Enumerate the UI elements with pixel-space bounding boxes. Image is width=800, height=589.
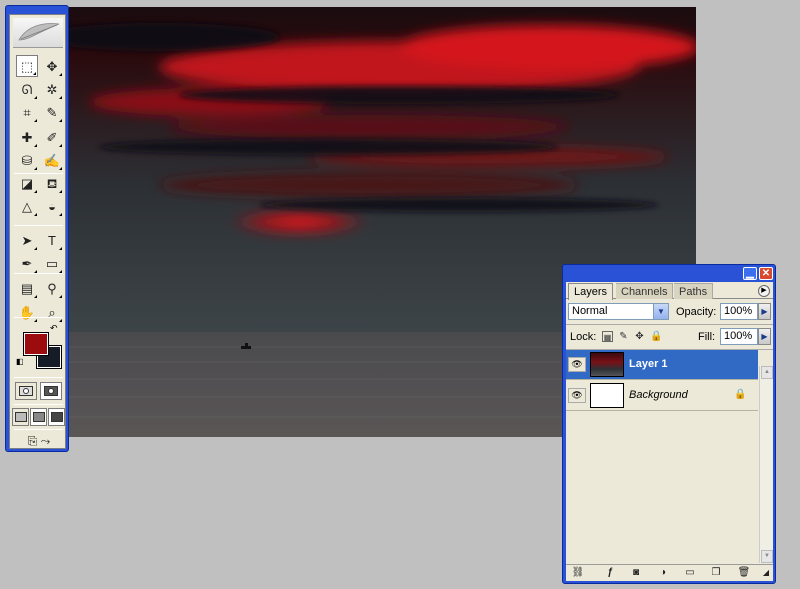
tab-layers[interactable]: Layers — [568, 283, 614, 300]
brush-icon[interactable]: ✐ — [41, 126, 63, 148]
type-icon[interactable]: T — [41, 229, 63, 251]
adjustment-layer-icon[interactable]: ◑ — [656, 567, 670, 579]
clone-stamp-icon[interactable]: ⛁ — [16, 149, 38, 171]
layer-thumbnail — [590, 383, 624, 408]
rectangular-marquee-icon[interactable]: ⬚ — [16, 55, 38, 77]
close-button[interactable]: ✕ — [759, 267, 773, 280]
default-colors-icon[interactable]: ◧ — [16, 357, 24, 366]
lock-icon: 🔒 — [734, 389, 747, 400]
foreground-color-swatch[interactable] — [23, 332, 49, 356]
visibility-eye-icon[interactable]: 👁 — [568, 357, 586, 372]
fill-input[interactable]: 100% — [720, 328, 758, 345]
tab-channels[interactable]: Channels — [616, 283, 674, 299]
scroll-down-icon[interactable]: ▼ — [761, 550, 773, 563]
palette-menu-icon[interactable]: ▶ — [758, 285, 770, 297]
layer-style-icon[interactable]: ƒ — [603, 567, 617, 579]
feather-logo[interactable] — [13, 18, 63, 48]
path-selection-icon[interactable]: ➤ — [16, 229, 38, 251]
delete-layer-icon[interactable]: 🗑 — [737, 567, 751, 579]
magic-wand-icon[interactable]: ✲ — [41, 78, 63, 100]
blend-mode-select[interactable]: Normal ▼ — [568, 303, 669, 320]
full-screen-menu-button[interactable] — [30, 408, 47, 426]
lock-image-icon[interactable]: ✎ — [618, 331, 629, 342]
lock-all-icon[interactable]: 🔒 — [650, 331, 662, 342]
layers-footer: ⛓ ƒ ◙ ◑ ▭ ❐ 🗑 ◢ — [566, 564, 773, 581]
notes-icon[interactable]: ▤ — [16, 277, 38, 299]
blur-icon[interactable]: △ — [16, 195, 38, 217]
lock-position-icon[interactable]: ✥ — [634, 331, 645, 342]
lock-label: Lock: — [570, 331, 597, 343]
fill-label: Fill: — [698, 331, 716, 343]
paint-bucket-icon[interactable]: ⛾ — [41, 172, 63, 194]
minimize-button[interactable]: ▁ — [743, 267, 757, 280]
layers-palette: ▁ ✕ Layers Channels Paths ▶ Normal ▼ Opa… — [562, 264, 776, 584]
toolbox-panel: ⬚ ✥ ᘏ ✲ ⌗ ✎ ✚ ✐ ⛁ ✍ ◪ ⛾ △ ◒ ➤ T ✒ ▭ ▤ ⚲ ✋ ⌕ ↶ ◧ ⎘ ⤳ — [5, 5, 69, 452]
lock-transparency-icon[interactable]: ▦ — [602, 331, 613, 342]
hand-icon[interactable]: ✋ — [16, 301, 38, 323]
layers-scrollbar[interactable]: ▲ ▼ — [759, 366, 773, 563]
zoom-icon[interactable]: ⌕ — [41, 301, 63, 323]
visibility-eye-icon[interactable]: 👁 — [568, 388, 586, 403]
layer-thumbnail — [590, 352, 624, 377]
full-screen-button[interactable] — [48, 408, 65, 426]
blend-mode-value: Normal — [572, 305, 608, 317]
chevron-down-icon[interactable]: ▼ — [653, 304, 668, 319]
crop-icon[interactable]: ⌗ — [16, 101, 38, 123]
new-group-icon[interactable]: ▭ — [683, 567, 697, 579]
layer-row-background[interactable]: 👁 Background 🔒 — [566, 381, 758, 411]
layer-mask-icon[interactable]: ◙ — [629, 567, 643, 579]
layers-palette-body: Layers Channels Paths ▶ Normal ▼ Opacity… — [566, 282, 773, 581]
move-icon[interactable]: ✥ — [41, 55, 63, 77]
link-icon[interactable]: ⛓ — [571, 567, 585, 579]
scroll-up-icon[interactable]: ▲ — [761, 366, 773, 379]
toolbox-body: ⬚ ✥ ᘏ ✲ ⌗ ✎ ✚ ✐ ⛁ ✍ ◪ ⛾ △ ◒ ➤ T ✒ ▭ ▤ ⚲ ✋ ⌕ ↶ ◧ ⎘ ⤳ — [9, 14, 66, 449]
standard-screen-button[interactable] — [12, 408, 29, 426]
opacity-input[interactable]: 100% — [720, 303, 758, 320]
new-layer-icon[interactable]: ❐ — [709, 567, 723, 579]
healing-brush-icon[interactable]: ✚ — [16, 126, 38, 148]
layer-row-layer-1[interactable]: 👁 Layer 1 — [566, 350, 758, 380]
fill-slider-button[interactable]: ▶ — [758, 328, 771, 345]
resize-grip-icon[interactable]: ◢ — [759, 567, 773, 579]
tab-paths[interactable]: Paths — [674, 283, 714, 299]
eyedropper-icon[interactable]: ⚲ — [41, 277, 63, 299]
jump-to-imageready-icon[interactable]: ⎘ ⤳ — [15, 432, 63, 450]
standard-mode-button[interactable] — [15, 382, 37, 400]
layer-name[interactable]: Layer 1 — [629, 358, 668, 370]
history-brush-icon[interactable]: ✍ — [41, 149, 63, 171]
slice-icon[interactable]: ✎ — [41, 101, 63, 123]
eraser-icon[interactable]: ◪ — [16, 172, 38, 194]
opacity-slider-button[interactable]: ▶ — [758, 303, 771, 320]
rectangle-shape-icon[interactable]: ▭ — [41, 252, 63, 274]
lasso-icon[interactable]: ᘏ — [16, 78, 38, 100]
quick-mask-button[interactable] — [40, 382, 62, 400]
palette-tabs: Layers Channels Paths ▶ — [566, 282, 773, 300]
swap-colors-icon[interactable]: ↶ — [50, 323, 58, 334]
opacity-label: Opacity: — [676, 306, 717, 318]
dodge-icon[interactable]: ◒ — [41, 195, 63, 217]
pen-icon[interactable]: ✒ — [16, 252, 38, 274]
layer-name[interactable]: Background — [629, 389, 688, 401]
